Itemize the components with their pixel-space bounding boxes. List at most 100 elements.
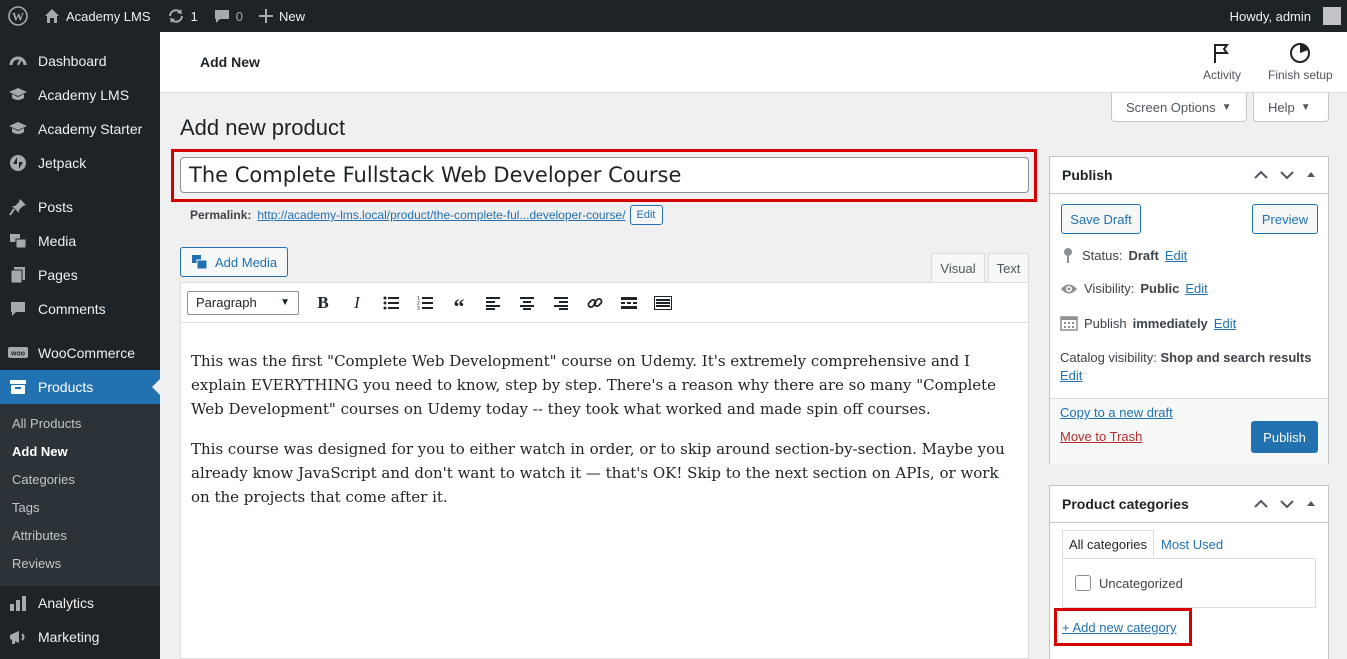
my-account-link[interactable]: Howdy, admin [1222,0,1347,32]
finish-setup-button[interactable]: Finish setup [1268,42,1333,82]
jetpack-icon [8,153,28,173]
howdy-text: Howdy, admin [1229,8,1311,24]
comments-link[interactable]: 0 [206,0,251,32]
sidebar-item-label: Jetpack [38,155,87,171]
sidebar-item-dashboard[interactable]: Dashboard [0,44,160,78]
product-title-input[interactable]: The Complete Fullstack Web Developer Cou… [180,157,1029,193]
sidebar-item-marketing[interactable]: Marketing [0,620,160,654]
site-name-link[interactable]: Academy LMS [36,0,159,32]
toolbar-toggle-button[interactable] [647,289,679,317]
graduation-cap-icon [8,119,28,139]
sidebar-item-academy-starter[interactable]: Academy Starter [0,112,160,146]
sidebar-item-comments[interactable]: Comments [0,292,160,326]
sidebar-item-label: Comments [38,301,106,317]
publish-button[interactable]: Publish [1251,421,1318,453]
tab-most-used[interactable]: Most Used [1155,530,1229,558]
content-editor[interactable]: This was the first "Complete Web Develop… [180,322,1029,659]
comment-icon [214,8,230,24]
tab-visual[interactable]: Visual [931,253,985,283]
chevron-up-icon[interactable] [1254,170,1268,180]
wordpress-logo-icon[interactable]: W [0,0,36,32]
sidebar-item-analytics[interactable]: Analytics [0,586,160,620]
caret-down-icon: ▼ [1221,101,1232,113]
toggle-triangle-icon[interactable] [1306,170,1316,180]
catalog-visibility-edit-link[interactable]: Edit [1060,368,1082,383]
sidebar-item-media[interactable]: Media [0,224,160,258]
sidebar-item-label: Media [38,233,77,249]
page-title: Add new product [180,115,346,140]
sidebar-item-woocommerce[interactable]: woo WooCommerce [0,336,160,370]
submenu-attributes[interactable]: Attributes [0,522,160,550]
visibility-row: Visibility: Public Edit [1060,281,1208,296]
submenu-add-new[interactable]: Add New [0,438,160,466]
publish-date-edit-link[interactable]: Edit [1214,316,1236,331]
save-draft-button[interactable]: Save Draft [1061,204,1141,234]
toggle-triangle-icon[interactable] [1306,499,1316,509]
chevron-down-icon[interactable] [1280,170,1294,180]
align-left-button[interactable] [477,289,509,317]
chevron-down-icon[interactable] [1280,499,1294,509]
bullet-list-button[interactable] [375,289,407,317]
svg-text:3: 3 [417,306,420,310]
tab-text[interactable]: Text [988,253,1029,283]
pin-icon [1060,247,1076,263]
woocommerce-header: Add New Activity Finish setup [160,32,1347,93]
add-media-button[interactable]: Add Media [180,247,289,277]
sidebar-item-label: WooCommerce [38,345,135,361]
insert-link-button[interactable] [579,289,611,317]
submenu-reviews[interactable]: Reviews [0,550,160,578]
visibility-edit-link[interactable]: Edit [1185,281,1207,296]
blockquote-button[interactable]: “ [443,289,475,317]
content-paragraph: This course was designed for you to eith… [191,440,1005,506]
sidebar-item-products[interactable]: Products [0,370,160,404]
sidebar-item-label: Pages [38,267,78,283]
new-content-link[interactable]: New [251,0,313,32]
chevron-up-icon[interactable] [1254,499,1268,509]
sidebar-item-label: Posts [38,199,74,215]
add-media-label: Add Media [215,254,278,270]
sidebar-item-label: Academy Starter [38,121,143,137]
align-center-button[interactable] [511,289,543,317]
numbered-list-icon: 123 [417,296,433,310]
sidebar-item-posts[interactable]: Posts [0,190,160,224]
numbered-list-button[interactable]: 123 [409,289,441,317]
align-right-button[interactable] [545,289,577,317]
sidebar-item-pages[interactable]: Pages [0,258,160,292]
add-new-category-link[interactable]: + Add new category [1062,620,1177,635]
submenu-tags[interactable]: Tags [0,494,160,522]
submenu-categories[interactable]: Categories [0,466,160,494]
quote-icon: “ [453,293,465,319]
copy-to-draft-link[interactable]: Copy to a new draft [1060,405,1173,420]
status-value: Draft [1128,247,1159,263]
status-label: Status: [1082,247,1123,263]
help-button[interactable]: Help ▼ [1253,93,1329,122]
permalink-link[interactable]: http://academy-lms.local/product/the-com… [257,208,625,222]
sidebar-item-academy-lms[interactable]: Academy LMS [0,78,160,112]
read-more-button[interactable] [613,289,645,317]
permalink-slug: the-complete-ful...developer-course/ [433,208,626,222]
megaphone-icon [8,627,28,647]
preview-button[interactable]: Preview [1252,204,1318,234]
permalink-edit-button[interactable]: Edit [629,205,663,225]
progress-circle-icon [1289,42,1311,64]
bold-button[interactable]: B [307,289,339,317]
sidebar-item-jetpack[interactable]: Jetpack [0,146,160,180]
format-select[interactable]: Paragraph ▼ [187,290,299,315]
updates-link[interactable]: 1 [159,0,206,32]
tab-all-categories[interactable]: All categories [1062,530,1155,558]
box-controls [1254,170,1316,180]
screen-options-button[interactable]: Screen Options ▼ [1111,93,1247,122]
eye-icon [1060,283,1078,295]
activity-button[interactable]: Activity [1203,42,1241,82]
move-to-trash-link[interactable]: Move to Trash [1060,429,1142,444]
category-checkbox[interactable] [1075,575,1091,591]
svg-text:woo: woo [10,351,25,358]
status-edit-link[interactable]: Edit [1165,248,1187,263]
categories-box-title: Product categories [1062,496,1189,512]
permalink-base: http://academy-lms.local/product/ [257,208,434,222]
submenu-all-products[interactable]: All Products [0,410,160,438]
publish-date-value: immediately [1132,315,1208,331]
calendar-icon [1060,315,1078,331]
italic-button[interactable]: I [341,289,373,317]
bar-chart-icon [8,593,28,613]
